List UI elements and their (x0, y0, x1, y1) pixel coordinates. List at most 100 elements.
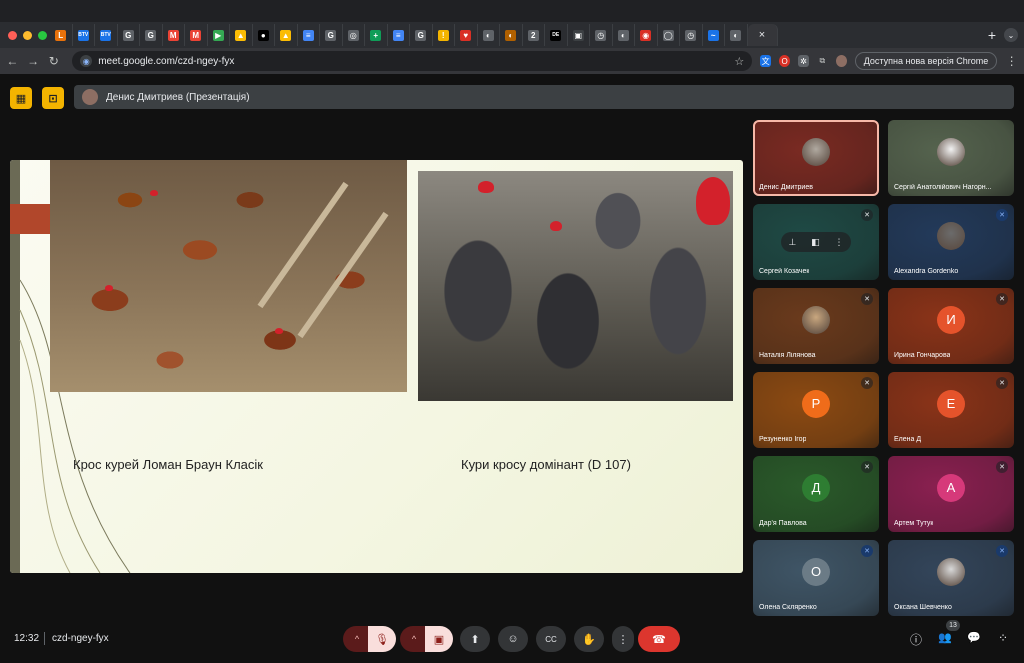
raise-hand-button[interactable]: ✋ (574, 626, 604, 652)
browser-tab[interactable]: ◷ (590, 24, 613, 46)
browser-tab[interactable]: G (140, 24, 163, 46)
participant-avatar: А (937, 473, 965, 502)
participant-name: Alexandra Gordenko (894, 268, 959, 275)
people-icon[interactable]: 👥 (937, 631, 953, 644)
pin-icon[interactable]: ⊥ (788, 237, 796, 248)
browser-tab[interactable]: ● (253, 24, 275, 46)
participant-tile[interactable]: Денис Дмитриев (753, 120, 879, 196)
browser-tab[interactable]: ♥ (455, 24, 478, 46)
participant-tile[interactable]: ✕ Наталія Лілянова (753, 288, 879, 364)
reload-icon[interactable]: ↻ (47, 54, 60, 68)
activities-icon[interactable]: ⁘ (995, 631, 1011, 645)
tab-favicon-icon: ◷ (595, 29, 607, 41)
puzzle-extensions-icon[interactable]: ⧉ (817, 55, 828, 67)
url-text[interactable]: meet.google.com/czd-ngey-fyx (98, 56, 728, 67)
browser-tab[interactable]: ◷ (680, 24, 703, 46)
camera-off-icon[interactable]: ▦ (10, 87, 32, 109)
info-icon[interactable]: ⓘ (908, 631, 924, 648)
tab-favicon-icon: 2 (527, 29, 539, 41)
hen-comb (478, 181, 494, 193)
participant-tile[interactable]: И ✕ Ирина Гончарова (888, 288, 1014, 364)
browser-tab[interactable]: DE (545, 24, 568, 46)
chevron-down-icon[interactable]: ⌄ (1004, 28, 1018, 42)
browser-tab[interactable]: BTV (73, 24, 95, 46)
maximize-window-button[interactable] (38, 30, 47, 40)
browser-tab[interactable]: ▲ (275, 24, 298, 46)
browser-tab[interactable]: M (163, 24, 185, 46)
participant-tile[interactable]: Е ✕ Елена Д (888, 372, 1014, 448)
browser-tab[interactable]: BTV (95, 24, 118, 46)
kebab-menu-icon[interactable]: ⋮ (1005, 54, 1018, 68)
browser-tab[interactable]: ▶ (208, 24, 230, 46)
browser-tab[interactable]: ◎ (343, 24, 365, 46)
browser-tab[interactable]: ◐ (613, 24, 635, 46)
browser-tab[interactable]: ▲ (230, 24, 253, 46)
browser-tab[interactable]: G (320, 24, 343, 46)
participant-tile[interactable]: ⊥ ◧ ⋮ ✕ Сергей Козачек (753, 204, 879, 280)
browser-tab[interactable]: M (185, 24, 208, 46)
browser-tab[interactable]: ◐ (478, 24, 500, 46)
back-arrow-icon[interactable]: ← (6, 54, 19, 68)
mic-toggle-button[interactable]: 🎙 (368, 626, 396, 652)
present-button[interactable]: ⬆ (460, 626, 490, 652)
participant-tile[interactable]: ✕ Оксана Шевченко (888, 540, 1014, 616)
browser-tab[interactable]: G (410, 24, 433, 46)
opera-extension-icon[interactable]: O (779, 55, 791, 67)
presentation-slide: Крос курей Ломан Браун Класік Кури кросу… (10, 160, 743, 573)
address-bar[interactable]: ◉ meet.google.com/czd-ngey-fyx ☆ (72, 51, 753, 71)
more-options-button[interactable]: ⋮ (612, 626, 634, 652)
new-tab-button[interactable]: + (980, 27, 1004, 43)
more-vert-icon[interactable]: ⋮ (835, 237, 844, 248)
browser-tab[interactable]: ◐ (725, 24, 748, 46)
end-call-icon: ☎ (652, 633, 666, 646)
forward-arrow-icon[interactable]: → (27, 54, 40, 68)
browser-tab[interactable]: ~ (703, 24, 725, 46)
participant-avatar (802, 137, 830, 166)
active-tab[interactable]: × (747, 24, 778, 46)
frame-icon[interactable]: ◧ (811, 237, 820, 248)
participant-tile[interactable]: Д ✕ Дар'я Павлова (753, 456, 879, 532)
browser-tab[interactable]: ≡ (388, 24, 410, 46)
close-tab-icon[interactable]: × (759, 29, 765, 41)
browser-tab[interactable]: ◯ (658, 24, 680, 46)
browser-tab[interactable]: ◐ (500, 24, 523, 46)
bookmark-star-icon[interactable]: ☆ (734, 55, 744, 68)
profile-avatar[interactable] (835, 55, 847, 67)
participant-name: Елена Д (894, 436, 922, 443)
gear-extension-icon[interactable]: ✲ (798, 55, 809, 67)
reactions-button[interactable]: ☺ (498, 626, 528, 652)
chat-icon[interactable]: 💬 (966, 631, 982, 644)
participant-tile[interactable]: ✕ Alexandra Gordenko (888, 204, 1014, 280)
chrome-update-button[interactable]: Доступна нова версія Chrome (854, 52, 998, 70)
browser-tab[interactable]: ! (433, 24, 455, 46)
browser-tab[interactable]: ▣ (568, 24, 590, 46)
stop-presenting-icon[interactable]: ⊡ (42, 87, 64, 109)
browser-tab[interactable]: G (118, 24, 140, 46)
browser-tab[interactable]: ◉ (635, 24, 658, 46)
browser-tab[interactable]: ≡ (298, 24, 320, 46)
participant-tile[interactable]: Сергій Анатолійович Нагорн... (888, 120, 1014, 196)
tab-favicon-icon: ◉ (640, 29, 652, 41)
minimize-window-button[interactable] (23, 30, 32, 40)
captions-button[interactable]: CC (536, 626, 566, 652)
hen-comb (550, 221, 562, 231)
tab-favicon-icon: M (190, 29, 202, 41)
participant-tile[interactable]: А ✕ Артем Тутук (888, 456, 1014, 532)
tab-favicon-icon: ◎ (347, 29, 359, 41)
tab-favicon-icon: ▶ (212, 29, 224, 41)
participant-name: Резуненко Ігор (759, 436, 807, 443)
camera-options-button[interactable]: ^ (400, 626, 428, 652)
site-info-icon[interactable]: ◉ (80, 55, 93, 67)
browser-tab[interactable]: + (365, 24, 388, 46)
present-icon: ⬆ (470, 633, 480, 646)
leave-call-button[interactable]: ☎ (638, 626, 680, 652)
browser-tab[interactable]: L (50, 24, 73, 46)
translate-extension-icon[interactable]: 文 (760, 55, 772, 67)
close-window-button[interactable] (8, 30, 17, 40)
mic-options-button[interactable]: ^ (343, 626, 371, 652)
participant-tile[interactable]: Р ✕ Резуненко Ігор (753, 372, 879, 448)
camera-toggle-button[interactable]: ▣ (425, 626, 453, 652)
tab-favicon-icon: G (415, 29, 427, 41)
participant-tile[interactable]: О ✕ Олена Скляренко (753, 540, 879, 616)
browser-tab[interactable]: 2 (523, 24, 545, 46)
